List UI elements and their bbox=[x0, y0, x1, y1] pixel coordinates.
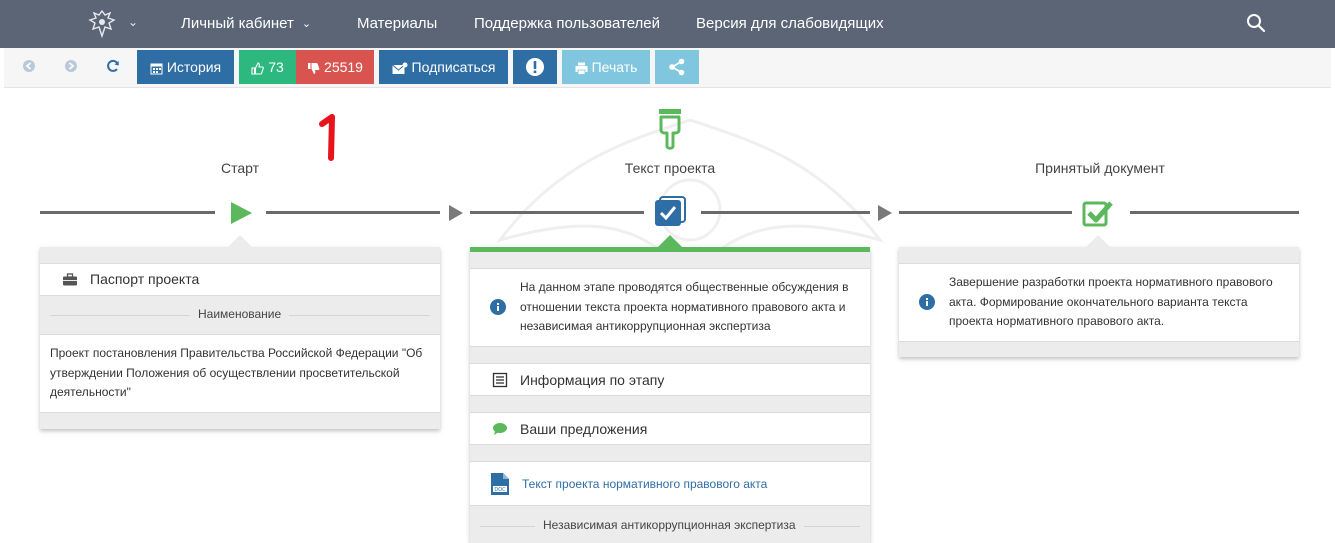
hand-pointer-icon bbox=[659, 109, 681, 150]
card-pointer bbox=[228, 235, 252, 247]
back-icon[interactable] bbox=[21, 58, 37, 74]
thumbs-up-icon bbox=[251, 62, 265, 75]
name-row: Проект постановления Правительства Росси… bbox=[40, 334, 440, 413]
print-button[interactable]: Печать bbox=[562, 50, 650, 84]
like-count: 73 bbox=[268, 59, 284, 75]
annotation-mark: 1 bbox=[319, 114, 337, 161]
comment-icon bbox=[493, 423, 507, 435]
chevron-down-icon[interactable]: ⌄ bbox=[128, 15, 138, 29]
proposals-row[interactable]: Ваши предложения bbox=[470, 412, 870, 445]
card-pointer bbox=[658, 235, 682, 247]
share-button[interactable] bbox=[655, 50, 699, 84]
timeline-segment bbox=[470, 211, 644, 214]
timeline-segment bbox=[1130, 211, 1299, 214]
toolbar: История 73 25519 Подписаться Печать bbox=[4, 48, 1331, 88]
stage-details-label: Информация по этапу bbox=[520, 372, 665, 388]
emblem-icon[interactable] bbox=[86, 8, 118, 40]
nav-personal-account-label: Личный кабинет bbox=[181, 15, 294, 32]
timeline-segment bbox=[701, 211, 870, 214]
document-row[interactable]: DOC Текст проекта нормативного правового… bbox=[470, 461, 870, 506]
nav-support[interactable]: Поддержка пользователей bbox=[474, 0, 660, 48]
like-button[interactable]: 73 bbox=[239, 50, 296, 84]
check-square-icon[interactable] bbox=[1082, 199, 1114, 229]
stage-info-text: На данном этапе проводятся общественные … bbox=[520, 280, 849, 333]
list-icon bbox=[492, 372, 508, 388]
subscribe-button[interactable]: Подписаться bbox=[379, 50, 508, 84]
final-info-text: Завершение разработки проекта нормативно… bbox=[949, 275, 1273, 328]
stage-title-final: Принятый документ bbox=[1035, 160, 1165, 176]
print-label: Печать bbox=[591, 59, 638, 75]
nav-accessibility[interactable]: Версия для слабовидящих bbox=[696, 0, 884, 48]
refresh-icon[interactable] bbox=[105, 58, 121, 74]
active-stage-bar bbox=[470, 247, 870, 252]
timeline-segment bbox=[266, 211, 440, 214]
top-navbar: ⌄ Личный кабинет ⌄ Материалы Поддержка по… bbox=[0, 0, 1335, 48]
dislike-count: 25519 bbox=[324, 59, 363, 75]
share-icon bbox=[669, 58, 685, 76]
briefcase-icon bbox=[63, 273, 77, 286]
proposals-label: Ваши предложения bbox=[520, 421, 648, 437]
printer-icon bbox=[575, 62, 588, 75]
chevron-down-icon: ⌄ bbox=[301, 18, 312, 30]
dislike-button[interactable]: 25519 bbox=[296, 50, 374, 84]
report-button[interactable] bbox=[513, 50, 557, 84]
nav-materials[interactable]: Материалы bbox=[357, 0, 437, 48]
envelope-icon bbox=[391, 62, 408, 74]
arrow-right-icon bbox=[449, 205, 463, 221]
arrow-right-icon bbox=[878, 205, 892, 221]
timeline-segment bbox=[899, 211, 1072, 214]
card-start: Паспорт проекта Наименование Проект пост… bbox=[40, 235, 440, 429]
svg-text:DOC: DOC bbox=[494, 487, 506, 493]
play-icon[interactable] bbox=[228, 200, 254, 226]
checkbox-doc-icon[interactable] bbox=[654, 196, 686, 228]
stage-details-row[interactable]: Информация по этапу bbox=[470, 363, 870, 396]
doc-file-icon: DOC bbox=[491, 473, 509, 495]
name-header: Наименование bbox=[190, 307, 290, 321]
card-text-stage: На данном этапе проводятся общественные … bbox=[470, 235, 870, 543]
info-icon bbox=[490, 299, 506, 315]
expertise-header: Независимая антикоррупционная экспертиза bbox=[535, 518, 804, 532]
subscribe-label: Подписаться bbox=[411, 59, 496, 75]
history-button[interactable]: История bbox=[137, 50, 234, 84]
final-info-row: Завершение разработки проекта нормативно… bbox=[899, 263, 1299, 342]
search-icon[interactable] bbox=[1246, 13, 1266, 33]
annotation-label: 1 bbox=[336, 153, 337, 155]
nav-personal-account[interactable]: Личный кабинет ⌄ bbox=[181, 0, 311, 48]
project-name: Проект постановления Правительства Росси… bbox=[50, 346, 423, 399]
forward-icon[interactable] bbox=[63, 58, 79, 74]
stage-title-text: Текст проекта bbox=[624, 160, 716, 176]
card-pointer bbox=[1086, 235, 1110, 247]
info-icon bbox=[919, 294, 935, 310]
passport-row[interactable]: Паспорт проекта bbox=[40, 263, 440, 296]
exclamation-circle-icon bbox=[526, 58, 544, 76]
card-final: Завершение разработки проекта нормативно… bbox=[899, 235, 1299, 357]
thumbs-down-icon bbox=[308, 63, 320, 74]
passport-label: Паспорт проекта bbox=[90, 271, 200, 287]
document-link[interactable]: Текст проекта нормативного правового акт… bbox=[522, 477, 767, 491]
stage-info-row: На данном этапе проводятся общественные … bbox=[470, 268, 870, 347]
stage-title-start: Старт bbox=[220, 160, 260, 176]
calendar-icon bbox=[150, 63, 163, 75]
timeline-segment bbox=[40, 211, 215, 214]
history-label: История bbox=[166, 59, 222, 75]
